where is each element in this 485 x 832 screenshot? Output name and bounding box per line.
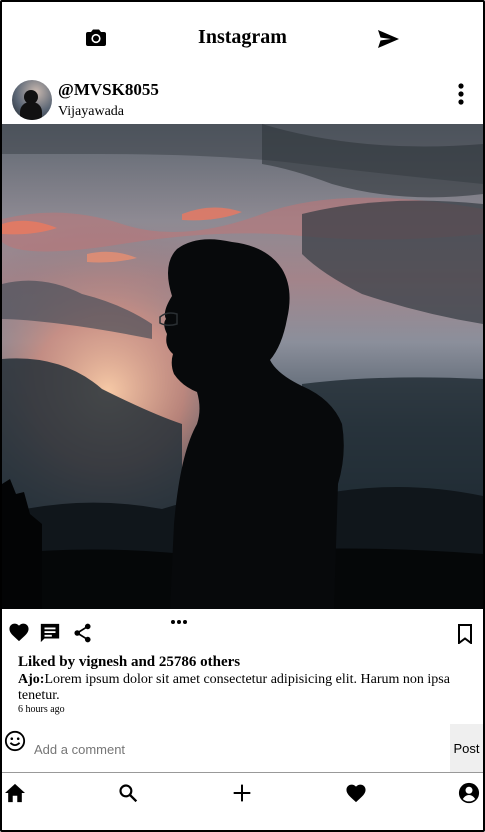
profile-icon[interactable] — [458, 782, 480, 804]
top-bar: Instagram — [2, 2, 483, 72]
home-icon[interactable] — [4, 783, 26, 803]
bookmark-icon[interactable] — [457, 624, 473, 644]
carousel-dots-icon — [171, 620, 187, 624]
post-caption: Ajo:Lorem ipsum dolor sit amet consectet… — [18, 672, 463, 704]
plus-icon[interactable] — [232, 783, 252, 803]
post-actions — [2, 616, 483, 650]
like-heart-icon[interactable] — [8, 622, 30, 642]
post-photo-artwork — [2, 124, 483, 609]
app-frame: Instagram @MVSK8055 Vijayawada Liked by … — [0, 0, 485, 832]
emoji-icon[interactable] — [4, 730, 26, 752]
post-header: @MVSK8055 Vijayawada — [2, 74, 483, 124]
caption-text: Lorem ipsum dolor sit amet consectetur a… — [18, 672, 450, 703]
bottom-nav — [2, 772, 483, 830]
caption-author[interactable]: Ajo: — [18, 672, 44, 687]
post-timestamp: 6 hours ago — [18, 704, 65, 715]
post-comment-button[interactable]: Post — [450, 724, 483, 772]
likes-count[interactable]: Liked by vignesh and 25786 others — [18, 654, 240, 671]
post-location[interactable]: Vijayawada — [58, 104, 124, 120]
heart-icon[interactable] — [345, 783, 367, 803]
app-title: Instagram — [198, 26, 287, 48]
comment-icon[interactable] — [39, 622, 61, 644]
avatar-silhouette-body — [20, 102, 42, 120]
avatar[interactable] — [12, 80, 52, 120]
post-username[interactable]: @MVSK8055 — [58, 80, 159, 100]
more-options-icon[interactable] — [452, 82, 470, 106]
comment-row: Post — [2, 724, 483, 772]
post-photo[interactable] — [2, 124, 483, 609]
search-icon[interactable] — [118, 783, 138, 803]
comment-input[interactable] — [32, 736, 416, 762]
share-icon[interactable] — [72, 622, 93, 644]
send-icon[interactable] — [376, 27, 400, 51]
